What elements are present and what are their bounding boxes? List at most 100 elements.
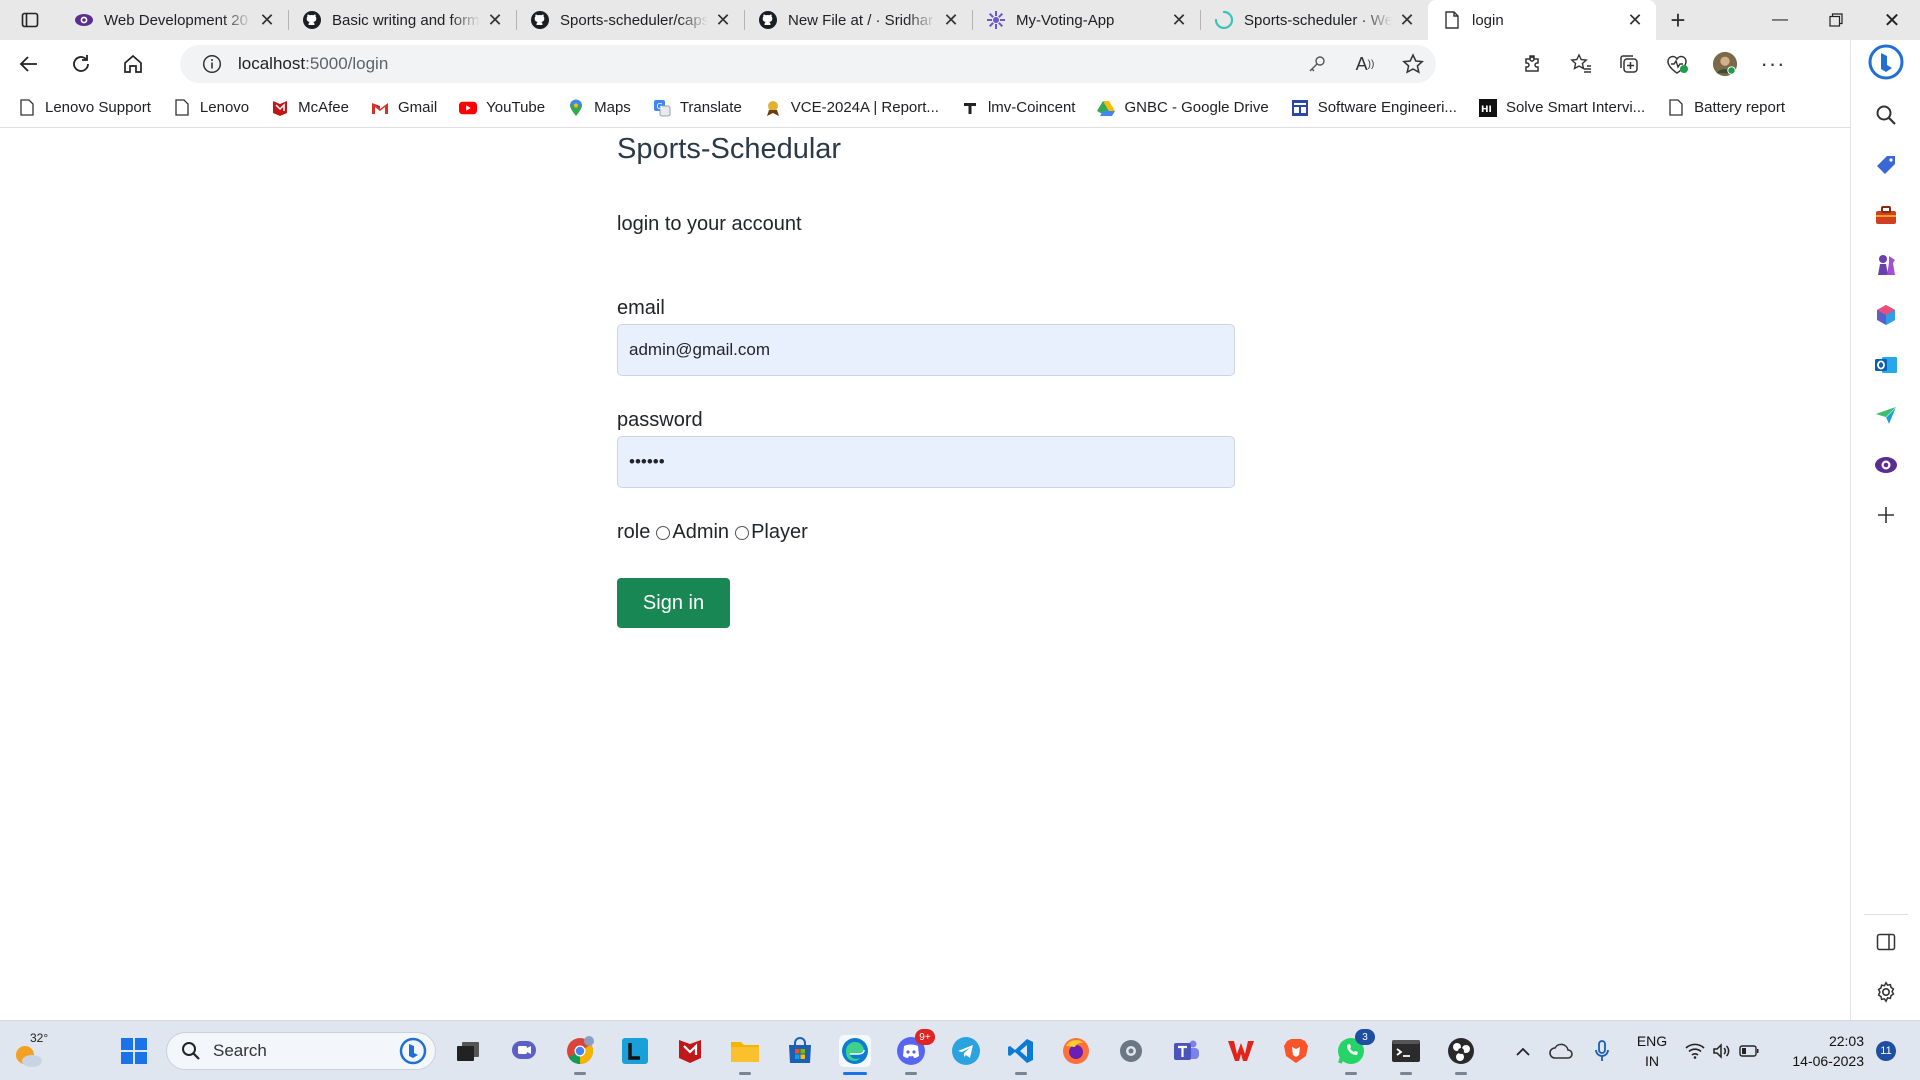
send-icon[interactable]	[1872, 401, 1900, 429]
chrome-button[interactable]	[564, 1035, 596, 1075]
tab-basic-writing[interactable]: Basic writing and form ✕	[288, 0, 516, 40]
search-icon[interactable]	[1872, 101, 1900, 129]
onedrive-button[interactable]	[1545, 1035, 1577, 1067]
tab-sports-scheduler-we[interactable]: Sports-scheduler · We ✕	[1200, 0, 1428, 40]
whatsapp-button[interactable]: 3	[1335, 1029, 1375, 1075]
address-bar[interactable]: localhost:5000/login A))	[180, 45, 1436, 83]
bing-chat-icon[interactable]	[1868, 44, 1904, 80]
system-clock[interactable]: 22:03 14-06-2023	[1784, 1031, 1864, 1071]
wps-office-button[interactable]	[1225, 1035, 1257, 1067]
role-admin-radio[interactable]	[656, 525, 671, 540]
restore-button[interactable]	[1808, 0, 1864, 40]
running-indicator	[739, 1072, 751, 1075]
close-icon[interactable]: ✕	[1626, 10, 1644, 30]
brave-button[interactable]	[1280, 1035, 1312, 1067]
tab-my-voting-app[interactable]: My-Voting-App ✕	[972, 0, 1200, 40]
profile-avatar[interactable]	[1712, 51, 1738, 77]
microsoft-365-icon[interactable]	[1872, 301, 1900, 329]
role-player-radio[interactable]	[735, 525, 750, 540]
password-label: password	[617, 409, 703, 431]
home-button[interactable]	[110, 44, 156, 84]
task-view-button[interactable]	[452, 1035, 484, 1067]
window-close-button[interactable]: ✕	[1864, 0, 1920, 40]
password-input[interactable]	[617, 436, 1235, 488]
bookmark-maps[interactable]: Maps	[567, 99, 631, 117]
bookmark-battery-report[interactable]: Battery report	[1667, 99, 1785, 117]
teams-button[interactable]	[1170, 1035, 1202, 1067]
minimize-button[interactable]: —	[1752, 0, 1808, 40]
favorite-star-icon[interactable]	[1400, 51, 1426, 77]
microsoft-store-button[interactable]	[784, 1035, 816, 1067]
hide-sidebar-icon[interactable]	[1872, 928, 1900, 956]
file-explorer-button[interactable]	[729, 1035, 761, 1075]
add-sidebar-app-icon[interactable]	[1872, 501, 1900, 529]
taskbar-search[interactable]: Search	[166, 1032, 436, 1070]
weather-widget[interactable]: 32°	[10, 1031, 50, 1071]
obs-button[interactable]	[1445, 1035, 1477, 1075]
bookmark-google-drive[interactable]: GNBC - Google Drive	[1097, 99, 1269, 117]
tab-new-file[interactable]: New File at / · Sridhar ✕	[744, 0, 972, 40]
collections-icon[interactable]	[1616, 51, 1642, 77]
tab-web-development[interactable]: Web Development 20 ✕	[60, 0, 288, 40]
teams-chat-button[interactable]	[508, 1035, 540, 1067]
edge-button[interactable]	[839, 1035, 871, 1075]
bookmark-solve-smart[interactable]: HI Solve Smart Intervi...	[1478, 98, 1645, 117]
new-tab-button[interactable]: +	[1656, 0, 1700, 40]
tab-sports-scheduler-caps[interactable]: Sports-scheduler/caps ✕	[516, 0, 744, 40]
close-icon[interactable]: ✕	[258, 10, 276, 30]
notification-center-badge[interactable]: 11	[1876, 1041, 1896, 1061]
info-icon[interactable]	[202, 54, 222, 74]
bookmark-software-engineering[interactable]: Software Engineeri...	[1291, 99, 1457, 117]
running-indicator	[574, 1072, 586, 1075]
refresh-button[interactable]	[58, 44, 104, 84]
shopping-tag-icon[interactable]	[1872, 151, 1900, 179]
start-button[interactable]	[118, 1035, 150, 1067]
key-icon[interactable]	[1304, 51, 1330, 77]
tab-login[interactable]: login ✕	[1428, 0, 1656, 40]
bookmark-lenovo[interactable]: Lenovo	[173, 99, 249, 117]
role-player-label[interactable]: Player	[751, 521, 808, 544]
quick-settings-button[interactable]	[1682, 1035, 1762, 1067]
bookmark-gmail[interactable]: Gmail	[371, 99, 437, 117]
show-hidden-icons-button[interactable]	[1507, 1035, 1539, 1067]
bookmark-mcafee[interactable]: McAfee	[271, 99, 349, 117]
tab-actions-button[interactable]	[0, 0, 60, 40]
bookmark-coincent[interactable]: lmv-Coincent	[961, 99, 1075, 117]
bookmark-lenovo-support[interactable]: Lenovo Support	[18, 99, 151, 117]
favorites-icon[interactable]	[1568, 51, 1594, 77]
lens-app-button[interactable]	[619, 1035, 651, 1067]
microphone-button[interactable]	[1586, 1035, 1618, 1067]
close-icon[interactable]: ✕	[1398, 10, 1416, 30]
email-input[interactable]	[617, 324, 1235, 376]
bookmark-youtube[interactable]: YouTube	[459, 99, 545, 117]
mcafee-button[interactable]	[674, 1035, 706, 1067]
firefox-button[interactable]	[1060, 1035, 1092, 1067]
brand-title[interactable]: Sports-Schedular	[617, 133, 841, 166]
terminal-button[interactable]	[1390, 1035, 1422, 1075]
url-text[interactable]: localhost:5000/login	[238, 54, 388, 74]
close-icon[interactable]: ✕	[942, 10, 960, 30]
back-button[interactable]	[6, 44, 52, 84]
browser-essentials-icon[interactable]	[1664, 51, 1690, 77]
close-icon[interactable]: ✕	[714, 10, 732, 30]
eye-icon[interactable]	[1872, 451, 1900, 479]
settings-button[interactable]	[1115, 1035, 1147, 1067]
read-aloud-icon[interactable]: A))	[1352, 51, 1378, 77]
vscode-button[interactable]	[1005, 1035, 1037, 1075]
bookmark-translate[interactable]: G Translate	[653, 99, 742, 117]
tools-icon[interactable]	[1872, 201, 1900, 229]
discord-button[interactable]: 9+	[895, 1029, 935, 1075]
more-options-icon[interactable]: ···	[1760, 51, 1786, 77]
outlook-icon[interactable]	[1872, 351, 1900, 379]
extensions-icon[interactable]	[1520, 51, 1546, 77]
telegram-button[interactable]	[950, 1035, 982, 1067]
close-icon[interactable]: ✕	[1170, 10, 1188, 30]
input-language-indicator[interactable]: ENG IN	[1634, 1031, 1670, 1071]
role-admin-label[interactable]: Admin	[672, 521, 729, 544]
settings-gear-icon[interactable]	[1872, 978, 1900, 1006]
terminal-icon	[1392, 1040, 1420, 1062]
bookmark-vce[interactable]: VCE-2024A | Report...	[764, 99, 939, 117]
sign-in-button[interactable]: Sign in	[617, 578, 730, 628]
games-icon[interactable]	[1872, 251, 1900, 279]
close-icon[interactable]: ✕	[486, 10, 504, 30]
